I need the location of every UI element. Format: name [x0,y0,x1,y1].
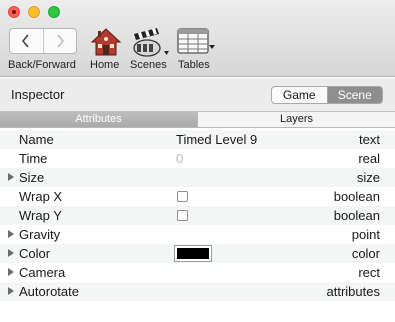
property-type: color [351,246,380,261]
back-button[interactable] [10,29,43,53]
tables-label: Tables [178,59,210,71]
property-type: size [356,170,380,185]
back-forward-label: Back/Forward [8,59,76,71]
tab-attributes[interactable]: Attributes [0,112,197,127]
scenes-label: Scenes [130,59,167,71]
home-label: Home [90,59,120,71]
wrap-y-checkbox[interactable] [177,210,188,221]
property-type: attributes [326,284,380,299]
house-icon [90,28,122,56]
disclosure-triangle-icon[interactable] [8,173,14,181]
disclosure-triangle-icon[interactable] [8,287,14,295]
forward-button[interactable] [42,29,77,53]
property-row-color[interactable]: Color color [0,244,395,263]
close-window-button[interactable] [8,6,20,18]
color-well[interactable] [174,245,212,262]
property-row-name[interactable]: Name Timed Level 9 text [0,130,395,149]
property-name: Camera [19,265,66,280]
property-name: Wrap Y [19,208,62,223]
property-row-time[interactable]: Time 0 real [0,149,395,168]
property-type: boolean [333,189,380,204]
table-grid-icon [177,28,215,54]
game-scene-segmented-control: Game Scene [271,86,383,104]
color-swatch [177,248,209,259]
property-type: point [351,227,380,242]
clapperboard-icon [133,28,169,57]
property-type: rect [358,265,380,280]
chevron-right-icon [57,34,64,48]
property-type: text [359,132,380,147]
property-type: boolean [333,208,380,223]
attributes-table: Name Timed Level 9 text Time 0 real Size… [0,130,395,301]
name-value-field[interactable]: Timed Level 9 [176,130,257,149]
disclosure-triangle-icon[interactable] [8,249,14,257]
property-name: Color [19,246,51,261]
property-name: Name [19,132,54,147]
property-row-size[interactable]: Size size [0,168,395,187]
property-type: real [358,151,380,166]
disclosure-triangle-icon[interactable] [8,230,14,238]
property-name: Size [19,170,45,185]
minimize-window-button[interactable] [28,6,40,18]
back-forward-control [9,28,77,54]
segment-game[interactable]: Game [272,87,327,103]
property-name: Gravity [19,227,61,242]
disclosure-triangle-icon[interactable] [8,268,14,276]
inspector-title: Inspector [11,87,65,102]
tab-layers[interactable]: Layers [197,112,395,127]
property-name: Time [19,151,48,166]
property-row-autorotate[interactable]: Autorotate attributes [0,282,395,301]
property-row-gravity[interactable]: Gravity point [0,225,395,244]
wrap-x-checkbox[interactable] [177,191,188,202]
chevron-left-icon [22,34,29,48]
property-name: Wrap X [19,189,63,204]
zoom-window-button[interactable] [48,6,60,18]
inspector-tabs: Attributes Layers [0,112,395,128]
segment-scene[interactable]: Scene [326,87,382,103]
property-row-wrap-x[interactable]: Wrap X boolean [0,187,395,206]
property-row-wrap-y[interactable]: Wrap Y boolean [0,206,395,225]
property-name: Autorotate [19,284,79,299]
property-row-camera[interactable]: Camera rect [0,263,395,282]
time-value-field[interactable]: 0 [176,149,183,168]
toolbar: Back/Forward Home Scenes Tables [0,0,395,77]
